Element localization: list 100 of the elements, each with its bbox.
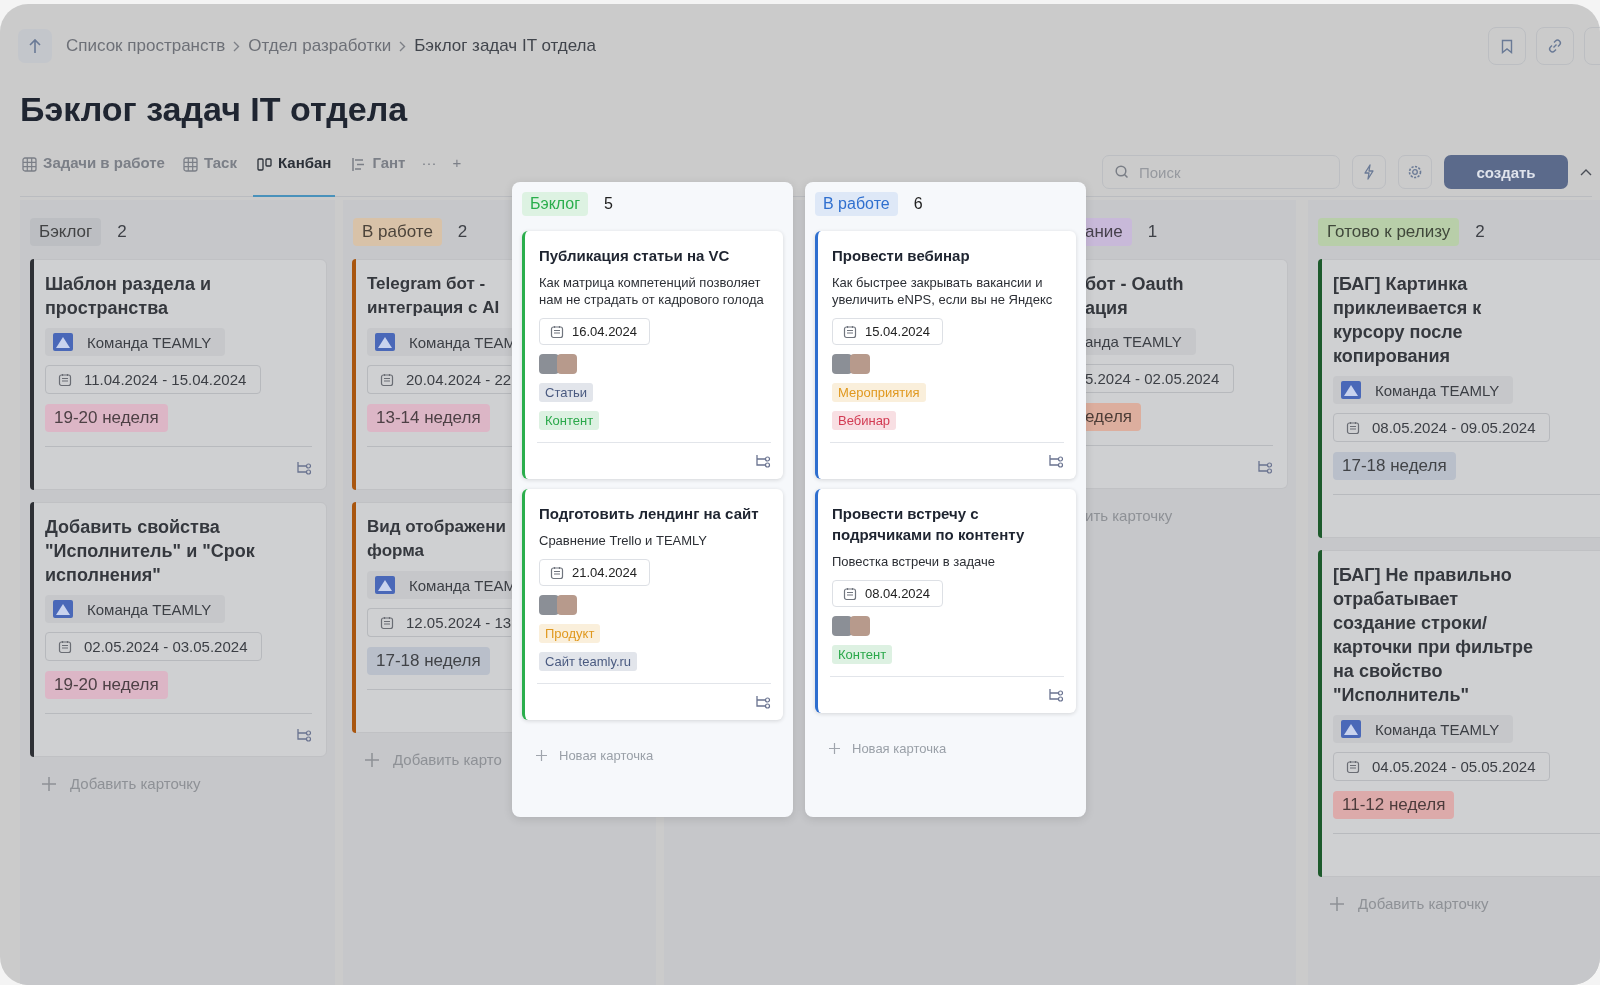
calendar-icon [58, 372, 72, 387]
task-card[interactable]: Подготовить лендинг на сайт Сравнение Trello и TEAMLY 21.04.2024 Продукт Сайт teamly.ru [522, 489, 783, 720]
add-card-label: ить карточку [1085, 507, 1173, 524]
view-tab[interactable]: Канбан [252, 147, 336, 197]
column-status-tag: В работе [353, 218, 442, 246]
task-card[interactable]: Шаблон раздела и пространства Команда TEAMLY 11.04.2024 - 15.04.2024 19-20 неделя [30, 259, 327, 490]
task-card[interactable]: Провести вебинар Как быстрее закрывать вакансии и увеличить eNPS, если вы не Яндекс 15.04.2024 Мероприятия Вебинар [815, 231, 1076, 479]
task-card[interactable]: Публикация статьи на VC Как матрица компетенций позволяет нам не страдать от кадрового голода 16.04.2024 Статьи Контент [522, 231, 783, 479]
card-title: Вид отображени форма [367, 516, 508, 562]
week-tag: 13-14 неделя [367, 404, 490, 432]
team-logo-icon [1341, 720, 1361, 738]
calendar-icon [550, 565, 564, 580]
card-tag: Контент [832, 645, 893, 664]
add-tab-button[interactable]: + [452, 147, 462, 171]
lightning-icon [1363, 164, 1375, 180]
card-description: Как матрица компетенций позволяет нам не страдать от кадрового голода [539, 274, 765, 308]
subtasks-icon[interactable] [1048, 688, 1064, 702]
more-tabs-button[interactable]: ··· [421, 147, 437, 171]
card-title: Провести встречу с подрячиками по контенту [832, 504, 1026, 545]
subtasks-icon[interactable] [755, 454, 771, 468]
week-tag: 17-18 неделя [1333, 452, 1456, 480]
create-button[interactable]: создать [1444, 155, 1568, 189]
up-button[interactable] [18, 29, 52, 63]
column-status-tag: ание [1085, 218, 1132, 246]
automation-button[interactable] [1352, 155, 1386, 189]
date-range-text: 11.04.2024 - 15.04.2024 [84, 371, 247, 388]
date-text: 15.04.2024 [865, 324, 931, 339]
card-title: Telegram бот - интеграция с AI [367, 273, 501, 319]
card-title: Публикация статьи на VC [539, 246, 731, 266]
avatar-placeholder [850, 354, 870, 374]
card-description: Повестка встречи в задаче [832, 553, 996, 570]
task-card[interactable]: [БАГ] Картинка приклеивается к курсору после копирования Команда TEAMLY 08.05.2024 - 09.05.2024 17-18 неделя [1318, 259, 1600, 538]
new-card-link[interactable]: Новая карточка [522, 730, 783, 781]
calendar-icon [380, 615, 394, 630]
avatar-placeholder [557, 354, 577, 374]
subtasks-icon[interactable] [1048, 454, 1064, 468]
card-tag: Сайт teamly.ru [539, 652, 638, 671]
week-tag: 19-20 неделя [45, 404, 168, 432]
date-range-text: 02.05.2024 - 03.05.2024 [84, 638, 248, 655]
bookmark-button[interactable] [1488, 27, 1526, 65]
week-tag: 17-18 неделя [367, 647, 490, 675]
subtasks-icon[interactable] [296, 461, 312, 475]
settings-button[interactable] [1398, 155, 1432, 189]
bookmark-icon [1501, 38, 1513, 54]
card-title: Шаблон раздела и пространства [45, 273, 212, 320]
column-status-tag: Бэклог [30, 218, 102, 246]
view-tab[interactable]: Задачи в работе [20, 147, 167, 197]
new-card-label: Новая карточка [852, 741, 947, 756]
collapse-caret-icon[interactable] [1580, 168, 1592, 176]
column-status-tag: В работе [815, 192, 898, 216]
breadcrumb-link[interactable]: Бэклог задач IT отдела [414, 36, 596, 56]
week-tag: 11-12 неделя [1333, 791, 1455, 819]
chevron-right-icon [399, 40, 407, 52]
date-range-text: 04.05.2024 - 05.05.2024 [1372, 758, 1536, 775]
view-tab[interactable]: Таск [180, 147, 239, 197]
card-tag: Контент [539, 411, 600, 430]
calendar-icon [843, 324, 857, 339]
date-range-text: 12.05.2024 - 13 [406, 614, 512, 631]
plus-icon [829, 743, 840, 754]
card-tag: Вебинар [832, 411, 897, 430]
team-name: анда TEAMLY [1085, 333, 1182, 350]
team-name: Команда TEAMLY [1375, 381, 1500, 399]
plus-icon [1330, 896, 1344, 911]
breadcrumb-link[interactable]: Список пространств [66, 36, 226, 56]
team-name: Команда TEAMLY [1375, 720, 1500, 738]
settings-icon [1407, 164, 1423, 180]
view-tab[interactable]: Гант [349, 147, 408, 197]
avatar-placeholder [832, 616, 852, 636]
calendar-icon [550, 324, 564, 339]
task-card[interactable]: Добавить свойства "Исполнитель" и "Срок исполнения" Команда TEAMLY 02.05.2024 - 03.05.2024 19-20 неделя [30, 502, 327, 757]
avatar-placeholder [557, 595, 577, 615]
link-button[interactable] [1536, 27, 1574, 65]
task-card[interactable]: [БАГ] Не правильно отрабатывает создание строки/карточки при фильтре на свойство "Исполнитель" Команда TEAMLY 04.05.2024 - 05.05.2024 11-12 неделя [1318, 550, 1600, 877]
card-count: 6 [913, 195, 923, 213]
plus-icon [365, 752, 379, 767]
breadcrumb-link[interactable]: Отдел разработки [248, 36, 392, 56]
card-count: 2 [457, 222, 468, 242]
card-tag: Статьи [539, 383, 594, 402]
date-text: 16.04.2024 [572, 324, 638, 339]
new-card-link[interactable]: Новая карточка [815, 723, 1076, 774]
calendar-icon [1346, 420, 1360, 435]
task-card[interactable]: Провести встречу с подрячиками по контенту Повестка встречи в задаче 08.04.2024 Контент [815, 489, 1076, 713]
table-icon [182, 157, 198, 172]
calendar-icon [843, 586, 857, 601]
week-tag: 19-20 неделя [45, 671, 168, 699]
team-name: Команда TEAMLY [87, 333, 212, 351]
subtasks-icon[interactable] [1257, 460, 1273, 474]
card-title: Провести вебинар [832, 246, 971, 266]
subtasks-icon[interactable] [296, 728, 312, 742]
table-icon [22, 157, 37, 172]
new-card-label: Новая карточка [559, 748, 654, 763]
card-title: Добавить свойства "Исполнитель" и "Срок исполнения" [45, 516, 256, 587]
card-tag: Мероприятия [832, 383, 926, 402]
card-tag: Продукт [539, 624, 601, 643]
plus-icon [42, 776, 56, 791]
task-card[interactable]: бот - Oauth ация анда TEAMLY 5.2024 - 02.05.2024 еделя [1085, 259, 1288, 489]
subtasks-icon[interactable] [755, 695, 771, 709]
card-count: 5 [604, 195, 613, 213]
avatar-placeholder [832, 354, 852, 374]
card-description: Как быстрее закрывать вакансии и увеличить eNPS, если вы не Яндекс [832, 274, 1054, 308]
